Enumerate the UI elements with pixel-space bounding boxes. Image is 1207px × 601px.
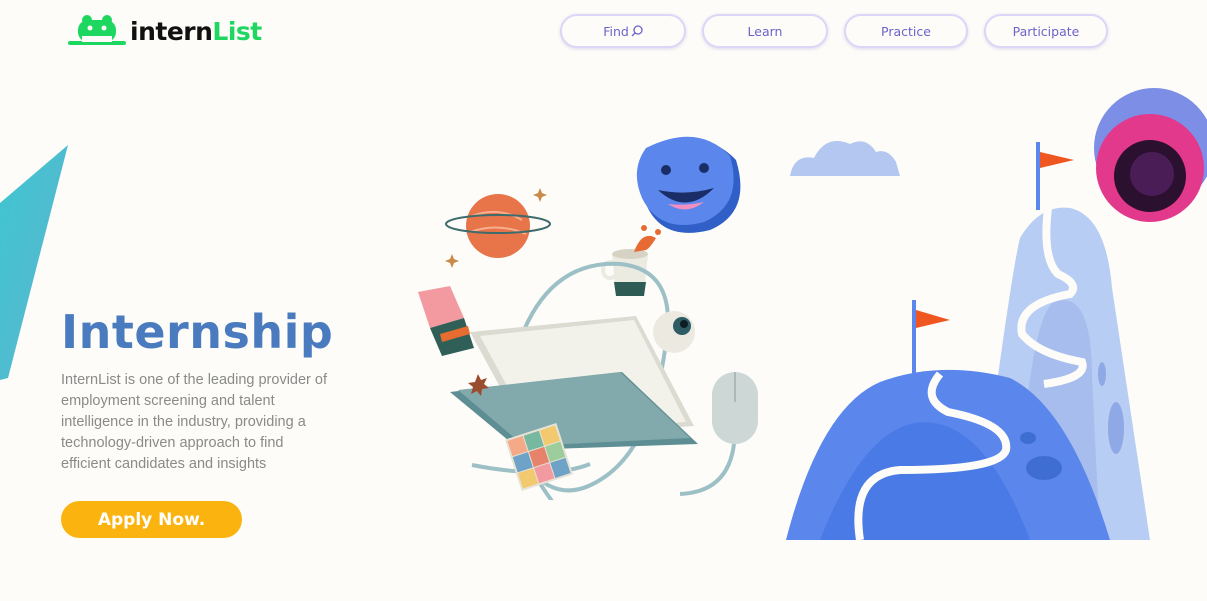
decorative-triangle-shape: [0, 145, 68, 380]
computer-mouse-icon: [679, 372, 758, 496]
flag-icon: [1040, 152, 1074, 168]
nav-find-label: Find: [603, 23, 629, 39]
cloud-icon: [790, 141, 900, 176]
search-icon: [631, 25, 643, 37]
nav-find-button[interactable]: Find: [560, 14, 686, 48]
brand-logo[interactable]: internList: [68, 14, 262, 48]
brand-name: internList: [130, 16, 262, 46]
coffee-mug-icon: [601, 225, 661, 296]
nav-learn-button[interactable]: Learn: [702, 14, 828, 48]
nav-participate-label: Participate: [1012, 23, 1080, 39]
eyeball-icon: [653, 311, 695, 353]
nav-practice-label: Practice: [881, 23, 931, 39]
mountains-illustration: [786, 88, 1207, 540]
hippo-logo-icon: [68, 15, 126, 45]
flag-icon: [916, 310, 950, 328]
nav-participate-button[interactable]: Participate: [984, 14, 1108, 48]
smiley-face-icon: [636, 136, 741, 233]
planet-icon: [445, 194, 551, 258]
hero-title: Internship: [61, 305, 334, 359]
nav-learn-label: Learn: [747, 23, 783, 39]
nav-practice-button[interactable]: Practice: [844, 14, 968, 48]
site-header: internList Find Learn Practice Participa…: [0, 0, 1207, 70]
hero-description: InternList is one of the leading provide…: [61, 372, 327, 472]
rocket-icon: [418, 286, 474, 356]
apply-now-button[interactable]: Apply Now.: [61, 501, 242, 538]
hero-illustration: [418, 136, 758, 500]
donut-ring-icon: [1094, 88, 1207, 222]
main-nav: Find Learn Practice Participate: [560, 14, 1124, 48]
